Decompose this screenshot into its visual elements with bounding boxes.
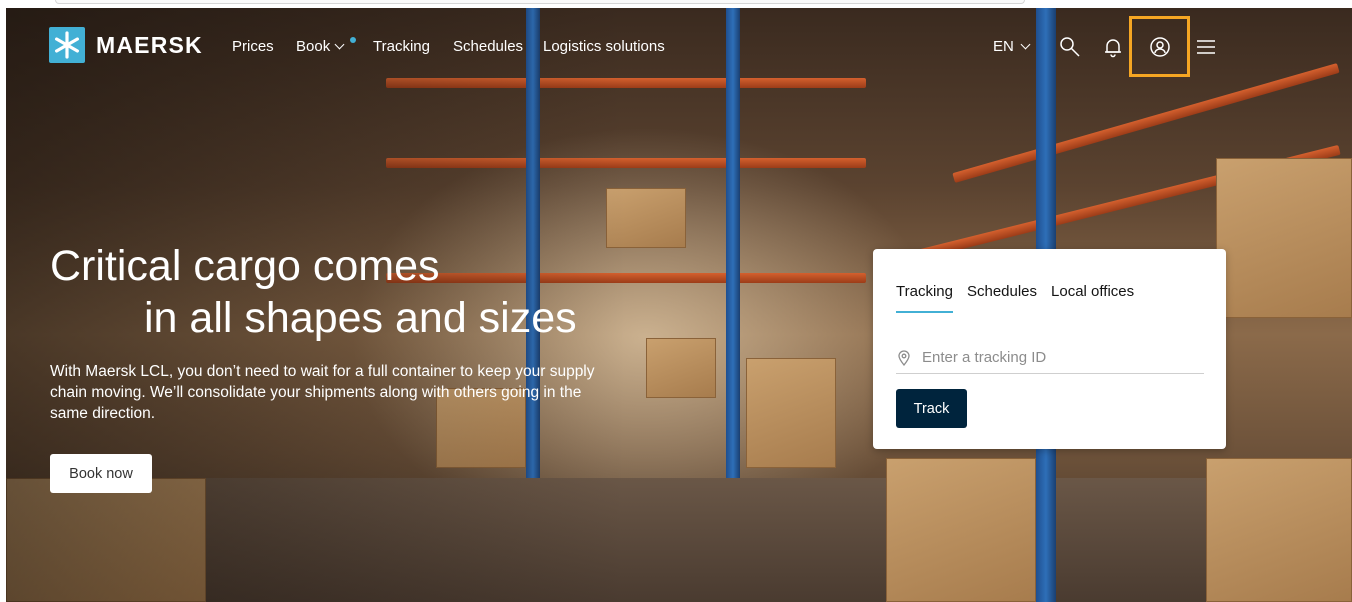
location-pin-icon: [898, 349, 910, 366]
notification-dot: [350, 37, 356, 43]
widget-tabs: Tracking Schedules Local offices: [896, 283, 1134, 313]
tab-local-offices[interactable]: Local offices: [1051, 283, 1134, 313]
cargo-box: [1206, 458, 1352, 602]
tab-schedules[interactable]: Schedules: [967, 283, 1037, 313]
notifications-button[interactable]: [1100, 34, 1126, 60]
star-icon: [54, 31, 79, 59]
cargo-box: [646, 338, 716, 398]
brand-wordmark[interactable]: MAERSK: [96, 32, 203, 59]
book-now-button[interactable]: Book now: [50, 454, 152, 493]
language-label: EN: [993, 38, 1014, 55]
headline-line-1: Critical cargo comes: [50, 242, 440, 290]
cargo-box: [746, 358, 836, 468]
browser-top-strip: [0, 0, 1352, 8]
tracking-widget: Tracking Schedules Local offices Track: [873, 249, 1226, 449]
headline-line-2: in all shapes and sizes: [144, 294, 577, 342]
chevron-down-icon: [334, 39, 345, 49]
top-navigation: MAERSK Prices Book Tracking Schedules Lo…: [0, 8, 1352, 86]
user-account-button[interactable]: [1147, 34, 1173, 60]
track-button[interactable]: Track: [896, 389, 967, 428]
bell-icon: [1105, 39, 1121, 58]
nav-link-schedules[interactable]: Schedules: [453, 38, 523, 55]
search-button[interactable]: [1057, 34, 1083, 60]
nav-link-book-label: Book: [296, 38, 331, 55]
hero-headline: Critical cargo comes in all shapes and s…: [50, 240, 577, 344]
hamburger-menu-icon: [1197, 40, 1215, 54]
nav-link-prices[interactable]: Prices: [232, 38, 274, 55]
cargo-box: [1216, 158, 1352, 318]
tracking-id-field: [896, 342, 1204, 374]
search-icon: [1060, 37, 1080, 57]
nav-link-book[interactable]: Book: [296, 38, 345, 55]
cargo-box: [886, 458, 1036, 602]
tracking-id-input[interactable]: [922, 349, 1182, 366]
address-bar-edge: [55, 0, 1025, 4]
user-account-icon: [1150, 37, 1170, 57]
nav-link-logistics-solutions[interactable]: Logistics solutions: [543, 38, 665, 55]
nav-link-tracking[interactable]: Tracking: [373, 38, 430, 55]
hero-subtext: With Maersk LCL, you don’t need to wait …: [50, 363, 595, 422]
menu-button[interactable]: [1193, 34, 1219, 60]
maersk-star-logo-icon[interactable]: [49, 27, 85, 63]
language-selector[interactable]: EN: [993, 38, 1031, 55]
tab-tracking[interactable]: Tracking: [896, 283, 953, 313]
chevron-down-icon: [1020, 39, 1031, 49]
